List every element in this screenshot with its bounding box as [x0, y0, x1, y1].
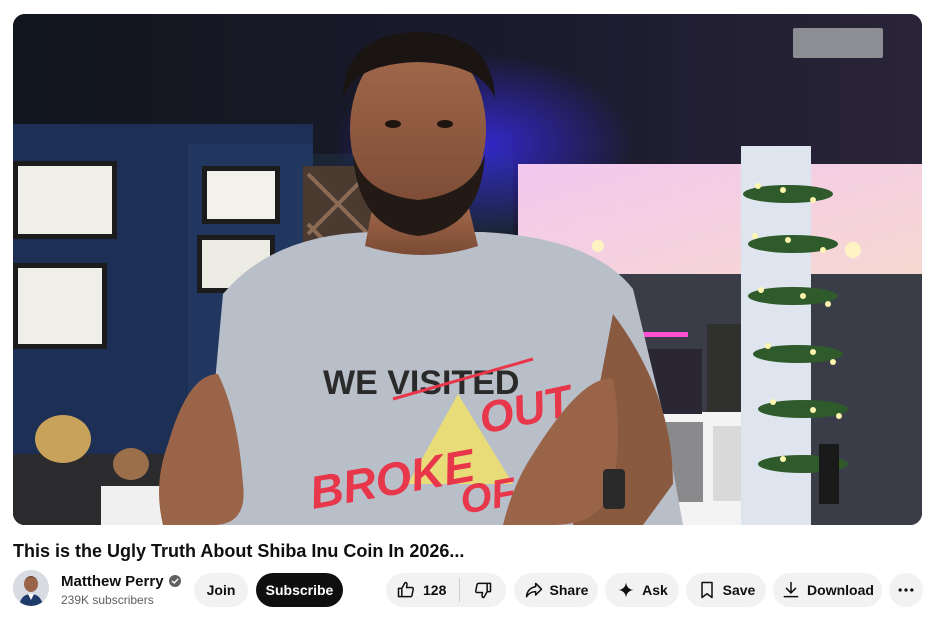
- channel-info: Matthew Perry 239K subscribers: [61, 572, 181, 607]
- save-button[interactable]: Save: [686, 573, 766, 607]
- more-horizontal-icon: [898, 588, 914, 592]
- join-label: Join: [206, 582, 236, 598]
- ask-button[interactable]: Ask: [605, 573, 679, 607]
- subscribe-button[interactable]: Subscribe: [256, 573, 343, 607]
- bookmark-icon: [700, 581, 713, 599]
- video-title: This is the Ugly Truth About Shiba Inu C…: [13, 541, 465, 561]
- ask-label: Ask: [642, 582, 668, 598]
- dislike-button[interactable]: [460, 573, 506, 607]
- thumbs-down-icon: [475, 582, 492, 599]
- download-button[interactable]: Download: [773, 573, 882, 607]
- download-label: Download: [807, 582, 874, 598]
- channel-avatar[interactable]: [13, 570, 49, 606]
- video-frame[interactable]: WE VISITED OUT BROKE OF: [13, 14, 922, 525]
- video-actions-row: Matthew Perry 239K subscribers Join Subs…: [0, 568, 932, 612]
- sparkle-icon: [618, 582, 634, 598]
- video-player[interactable]: WE VISITED OUT BROKE OF: [13, 14, 922, 525]
- verified-check-icon: [168, 575, 181, 587]
- share-arrow-icon: [525, 582, 542, 598]
- download-icon: [783, 581, 799, 598]
- subscriber-count: 239K subscribers: [61, 593, 154, 607]
- like-dislike-group: 128: [386, 573, 506, 607]
- join-button[interactable]: Join: [194, 573, 248, 607]
- thumbs-up-icon: [397, 581, 414, 598]
- channel-name[interactable]: Matthew Perry: [61, 573, 164, 590]
- share-label: Share: [549, 582, 589, 598]
- save-label: Save: [722, 582, 756, 598]
- share-button[interactable]: Share: [514, 573, 598, 607]
- like-count: 128: [423, 582, 447, 598]
- subscribe-label: Subscribe: [265, 582, 334, 598]
- like-button[interactable]: 128: [386, 573, 459, 607]
- more-actions-button[interactable]: [889, 573, 923, 607]
